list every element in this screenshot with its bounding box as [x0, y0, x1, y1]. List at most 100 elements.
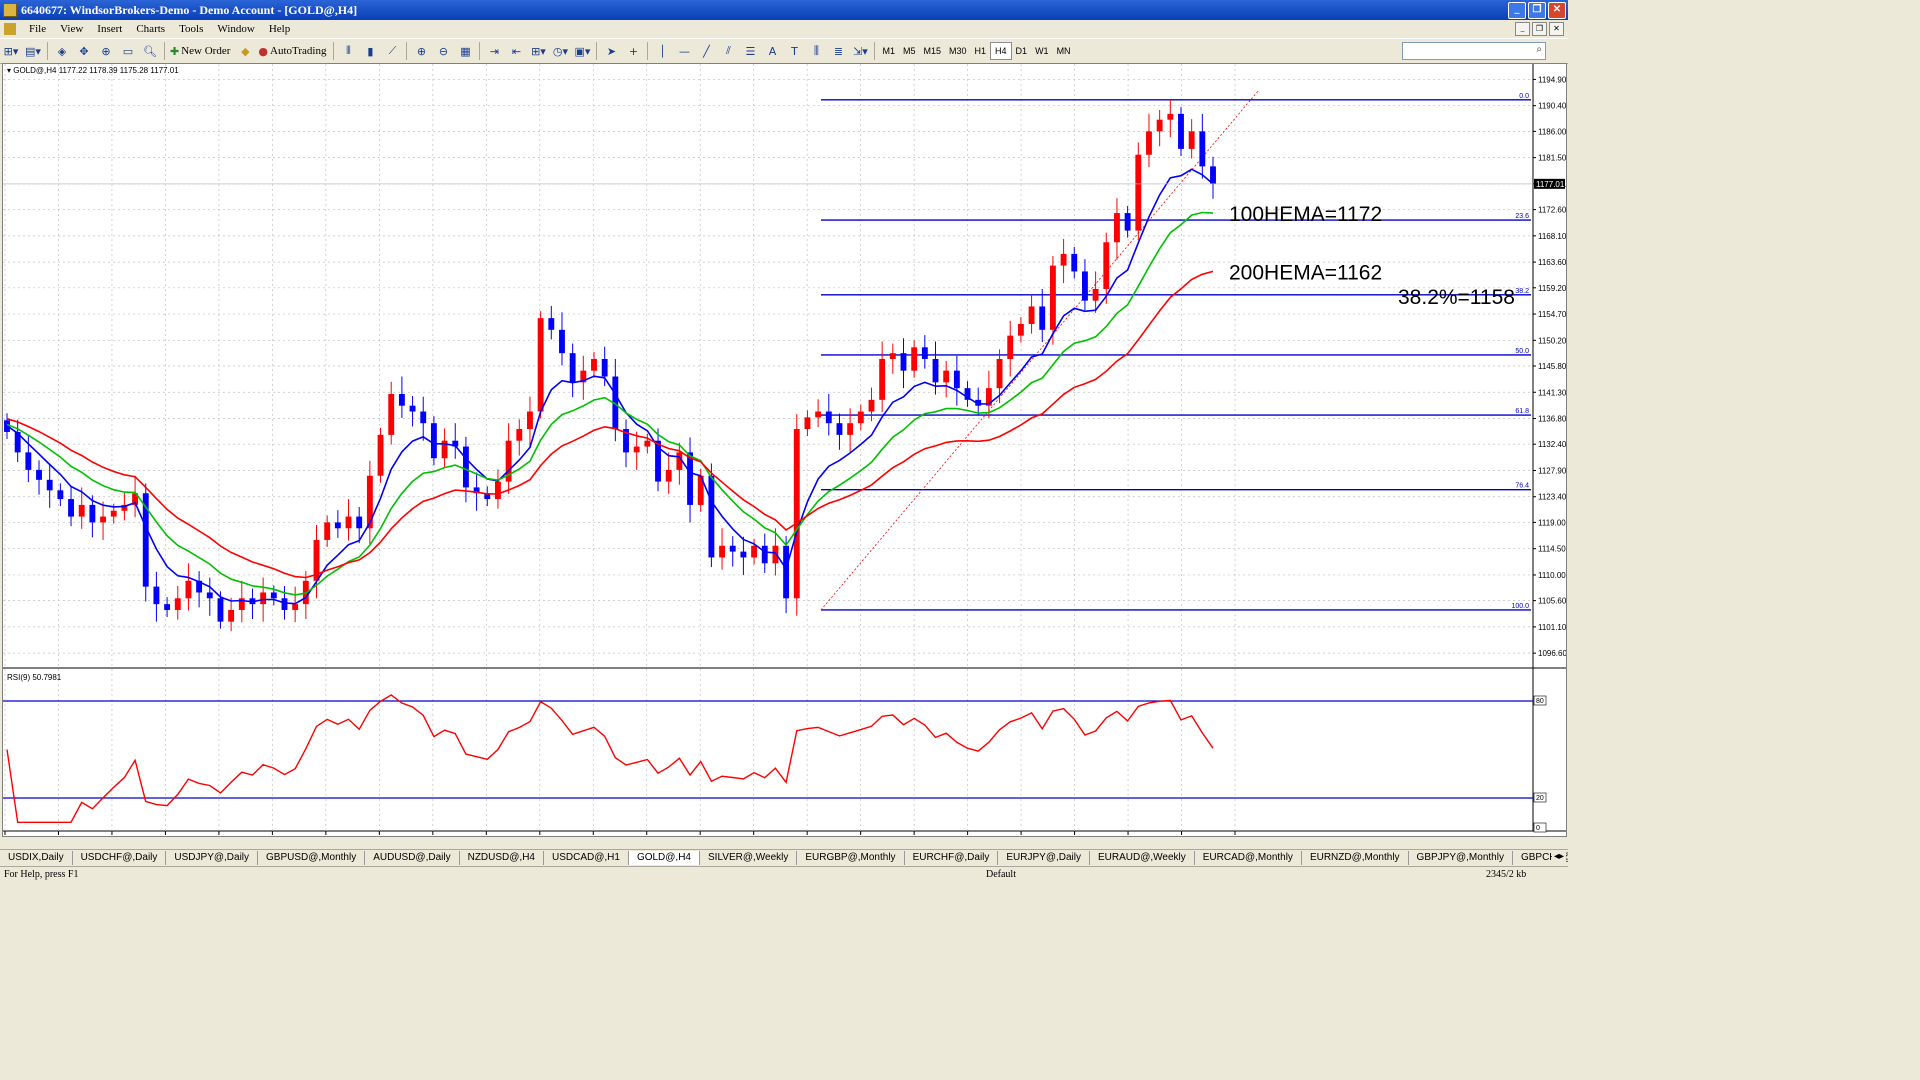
indicators-icon[interactable]: ⊞▾: [529, 42, 547, 60]
terminal-icon[interactable]: ▭: [119, 42, 137, 60]
toolbar: ⊞▾ ▤▾ ◈ ✥ ⊕ ▭ 🔍︎ ✚ New Order ◆ ● AutoTradi…: [0, 38, 1568, 64]
candle-body: [1071, 253, 1078, 272]
symbol-tab[interactable]: GBPUSD@,Monthly: [258, 851, 366, 865]
fib-level-label: 100.0: [1511, 603, 1529, 610]
menu-view[interactable]: View: [53, 23, 90, 35]
annotation-label: 38.2%=1158: [1398, 286, 1515, 309]
tile-windows-icon[interactable]: ▦: [456, 42, 474, 60]
minimize-icon[interactable]: _: [1508, 2, 1526, 19]
gann-icon[interactable]: ⫼: [807, 42, 825, 60]
fib-fan-icon[interactable]: ≣: [829, 42, 847, 60]
periods-icon[interactable]: ◷▾: [551, 42, 569, 60]
mdi-close-icon[interactable]: ✕: [1549, 22, 1564, 36]
data-window-icon[interactable]: ✥: [75, 42, 93, 60]
candle-body: [36, 469, 42, 480]
candle-body: [89, 504, 96, 523]
candle-body: [420, 411, 427, 424]
symbol-tab[interactable]: NZDUSD@,H4: [460, 851, 544, 865]
search-icon[interactable]: ⌕: [1536, 44, 1542, 55]
candle-body: [601, 358, 608, 377]
arrows-icon[interactable]: ⇲▾: [851, 42, 869, 60]
new-chart-icon[interactable]: ⊞▾: [2, 42, 20, 60]
symbol-tab[interactable]: EURJPY@,Daily: [998, 851, 1090, 865]
symbol-tab[interactable]: GOLD@,H4: [628, 851, 700, 865]
price-chart[interactable]: 1194.90 1190.40 1186.00 1181.50 1177.01 1172.…: [3, 64, 1566, 836]
symbol-tab[interactable]: USDCHF@,Daily: [73, 851, 167, 865]
symbol-tab[interactable]: EURCHF@,Daily: [905, 851, 999, 865]
horizontal-line-icon[interactable]: —: [675, 42, 693, 60]
price-tick-label: 1096.60: [1538, 649, 1566, 658]
autotrading-button[interactable]: ● AutoTrading: [258, 42, 328, 60]
candle-body: [1092, 288, 1099, 301]
chart-window[interactable]: 1194.90 1190.40 1186.00 1181.50 1177.01 1172.…: [2, 63, 1567, 837]
symbol-tab[interactable]: USDIX,Daily: [0, 851, 73, 865]
menu-tools[interactable]: Tools: [172, 23, 210, 35]
mdi-minimize-icon[interactable]: _: [1515, 22, 1530, 36]
metaeditor-icon[interactable]: ◆: [236, 42, 254, 60]
candle-body: [356, 516, 363, 529]
candlestick-icon[interactable]: ▮: [361, 42, 379, 60]
symbol-tab[interactable]: EURNZD@,Monthly: [1302, 851, 1409, 865]
symbol-tab[interactable]: EURAUD@,Weekly: [1090, 851, 1195, 865]
new-order-button[interactable]: ✚ New Order: [170, 42, 232, 60]
crosshair-icon[interactable]: +: [624, 42, 642, 60]
menu-help[interactable]: Help: [262, 23, 297, 35]
trendline-icon[interactable]: ╱: [697, 42, 715, 60]
symbol-tab[interactable]: USDCAD@,H1: [544, 851, 629, 865]
status-profile: Default: [986, 869, 1016, 880]
chart-shift-icon[interactable]: ⇤: [507, 42, 525, 60]
menu-window[interactable]: Window: [210, 23, 261, 35]
price-tick-label: 1154.70: [1538, 310, 1566, 319]
search-input[interactable]: ⌕: [1402, 42, 1546, 60]
candle-body: [388, 394, 395, 435]
candle-body: [260, 592, 267, 605]
auto-scroll-icon[interactable]: ⇥: [485, 42, 503, 60]
rsi-pane: [3, 669, 1566, 831]
zoom-out-icon[interactable]: ⊖: [434, 42, 452, 60]
candle-body: [527, 411, 533, 430]
timeframe-w1[interactable]: W1: [1031, 43, 1053, 59]
symbol-tab[interactable]: USDJPY@,Daily: [166, 851, 259, 865]
strategy-tester-icon[interactable]: 🔍︎: [141, 42, 159, 60]
menu-file[interactable]: File: [22, 23, 53, 35]
restore-icon[interactable]: ❐: [1528, 2, 1546, 19]
text-label-icon[interactable]: T: [785, 42, 803, 60]
timeframe-m1[interactable]: M1: [878, 43, 899, 59]
mdi-restore-icon[interactable]: ❐: [1532, 22, 1547, 36]
line-chart-icon[interactable]: ⟋: [383, 42, 401, 60]
candle-body: [462, 446, 469, 488]
vertical-line-icon[interactable]: │: [653, 42, 671, 60]
profiles-icon[interactable]: ▤▾: [24, 42, 42, 60]
symbol-tab[interactable]: SILVER@,Weekly: [700, 851, 798, 865]
symbol-tab[interactable]: GBPJPY@,Monthly: [1409, 851, 1513, 865]
timeframe-m30[interactable]: M30: [945, 43, 971, 59]
menu-insert[interactable]: Insert: [90, 23, 129, 35]
zoom-in-icon[interactable]: ⊕: [412, 42, 430, 60]
bar-chart-icon[interactable]: ⫴: [339, 42, 357, 60]
timeframe-d1[interactable]: D1: [1012, 43, 1032, 59]
menu-charts[interactable]: Charts: [129, 23, 172, 35]
rsi-tick-label: 80: [1536, 698, 1544, 705]
timeframe-m15[interactable]: M15: [919, 43, 945, 59]
rsi-tick-label: 0: [1536, 825, 1540, 832]
symbol-tab[interactable]: EURGBP@,Monthly: [797, 851, 905, 865]
rsi-label: RSI(9) 50.7981: [7, 673, 62, 682]
tab-scroll-arrows-icon[interactable]: ◂▸: [1551, 851, 1566, 862]
close-icon[interactable]: ✕: [1548, 2, 1566, 19]
templates-icon[interactable]: ▣▾: [573, 42, 591, 60]
candle-body: [324, 522, 331, 540]
candle-body: [943, 370, 950, 383]
fibonacci-icon[interactable]: ☰: [741, 42, 759, 60]
market-watch-icon[interactable]: ◈: [53, 42, 71, 60]
cursor-icon[interactable]: ➤: [602, 42, 620, 60]
navigator-icon[interactable]: ⊕: [97, 42, 115, 60]
timeframe-m5[interactable]: M5: [899, 43, 920, 59]
price-tick-label: 1101.10: [1538, 623, 1566, 632]
timeframe-mn[interactable]: MN: [1053, 43, 1075, 59]
channel-icon[interactable]: ⫽: [719, 42, 737, 60]
text-icon[interactable]: A: [763, 42, 781, 60]
symbol-tab[interactable]: AUDUSD@,Daily: [365, 851, 460, 865]
symbol-tab[interactable]: EURCAD@,Monthly: [1195, 851, 1302, 865]
timeframe-h1[interactable]: H1: [971, 43, 991, 59]
timeframe-h4[interactable]: H4: [990, 42, 1012, 60]
